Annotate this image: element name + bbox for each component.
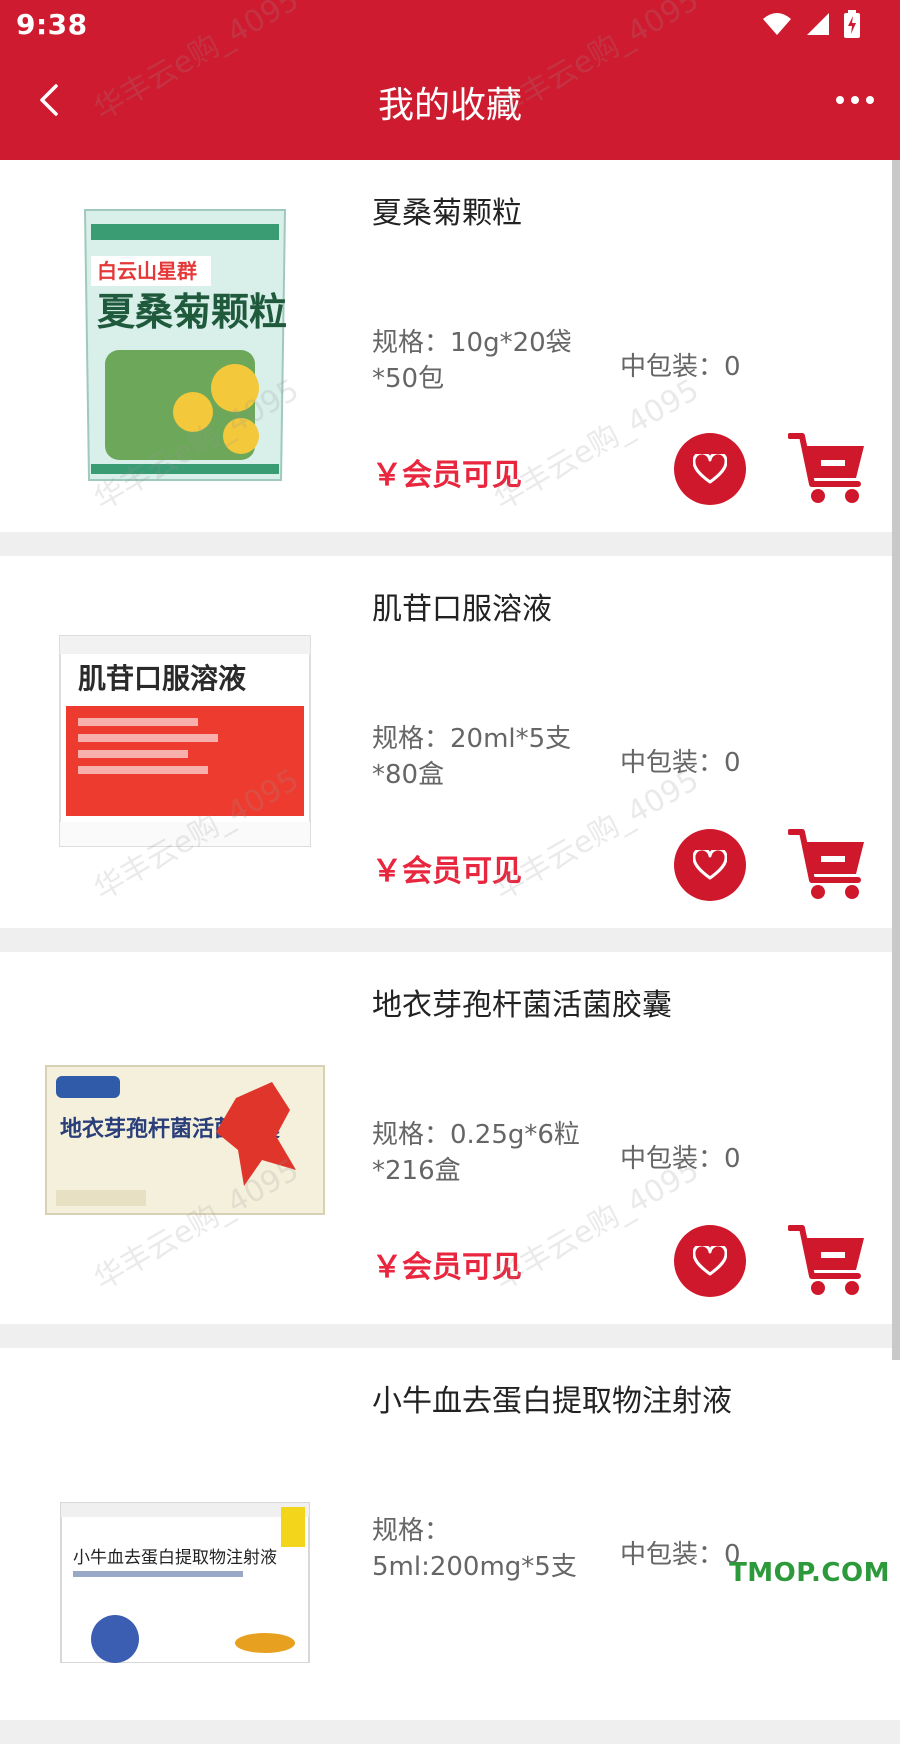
battery-icon xyxy=(844,10,860,38)
corner-watermark: TMOP.COM xyxy=(729,1558,890,1588)
heart-icon xyxy=(693,1246,727,1276)
svg-text:小牛血去蛋白提取物注射液: 小牛血去蛋白提取物注射液 xyxy=(73,1548,277,1568)
app-bar: 我的收藏 xyxy=(0,50,900,160)
product-name[interactable]: 小牛血去蛋白提取物注射液 xyxy=(372,1376,732,1420)
product-spec: 规格：0.25g*6粒*216盒 xyxy=(372,1120,580,1186)
product-name[interactable]: 夏桑菊颗粒 xyxy=(372,188,522,232)
more-icon xyxy=(836,96,874,104)
product-middle-pack: 中包装：0 xyxy=(620,1144,741,1174)
heart-icon xyxy=(693,454,727,484)
product-card[interactable]: 白云山星群 夏桑菊颗粒 夏桑菊颗粒 规格：10g*20袋*50包 中包装：0 ￥… xyxy=(0,160,900,532)
add-to-cart-button[interactable] xyxy=(787,1224,868,1298)
status-icons xyxy=(762,10,860,38)
product-image[interactable]: 小牛血去蛋白提取物注射液 xyxy=(30,1378,340,1688)
cart-icon xyxy=(787,829,864,899)
product-middle-pack: 中包装：0 xyxy=(620,352,741,382)
svg-text:白云山星群: 白云山星群 xyxy=(97,259,197,283)
product-spec: 规格：10g*20袋*50包 xyxy=(372,328,572,394)
product-name[interactable]: 地衣芽孢杆菌活菌胶囊 xyxy=(372,980,672,1024)
signal-icon xyxy=(807,13,829,35)
product-price: ￥会员可见 xyxy=(372,458,522,493)
product-image[interactable]: 肌苷口服溶液 xyxy=(30,586,340,896)
product-card[interactable]: 小牛血去蛋白提取物注射液 小牛血去蛋白提取物注射液 规格：5ml:200mg*5… xyxy=(0,1348,900,1720)
favorites-list: 白云山星群 夏桑菊颗粒 夏桑菊颗粒 规格：10g*20袋*50包 中包装：0 ￥… xyxy=(0,160,900,1744)
product-middle-pack: 中包装：0 xyxy=(620,1540,741,1570)
page-title: 我的收藏 xyxy=(377,85,522,126)
wifi-icon xyxy=(763,13,791,35)
product-package-diyi: 地衣芽孢杆菌活菌胶囊 xyxy=(45,1065,325,1215)
favorite-button[interactable] xyxy=(674,433,746,505)
product-name[interactable]: 肌苷口服溶液 xyxy=(372,584,552,628)
cart-icon xyxy=(787,433,864,503)
product-price: ￥会员可见 xyxy=(372,1250,522,1285)
status-time: 9:38 xyxy=(16,8,88,41)
heart-icon xyxy=(693,850,727,880)
product-price: ￥会员可见 xyxy=(372,854,522,889)
product-card[interactable]: 地衣芽孢杆菌活菌胶囊 地衣芽孢杆菌活菌胶囊 规格：0.25g*6粒*216盒 中… xyxy=(0,952,900,1324)
svg-text:夏桑菊颗粒: 夏桑菊颗粒 xyxy=(97,290,287,334)
product-package-xiaoniuxue: 小牛血去蛋白提取物注射液 xyxy=(60,1502,310,1663)
product-spec: 规格：20ml*5支*80盒 xyxy=(372,724,572,790)
add-to-cart-button[interactable] xyxy=(787,828,868,902)
product-card[interactable]: 肌苷口服溶液 肌苷口服溶液 规格：20ml*5支*80盒 中包装：0 ￥会员可见 xyxy=(0,556,900,928)
product-package-xiasangju: 白云山星群 夏桑菊颗粒 xyxy=(83,209,287,481)
product-image[interactable]: 白云山星群 夏桑菊颗粒 xyxy=(30,190,340,500)
cart-icon xyxy=(787,1225,864,1295)
product-image[interactable]: 地衣芽孢杆菌活菌胶囊 xyxy=(30,982,340,1292)
favorite-button[interactable] xyxy=(674,1225,746,1297)
svg-text:肌苷口服溶液: 肌苷口服溶液 xyxy=(78,662,246,695)
add-to-cart-button[interactable] xyxy=(787,432,868,506)
scrollbar[interactable] xyxy=(892,160,900,1360)
favorite-button[interactable] xyxy=(674,829,746,901)
product-spec: 规格：5ml:200mg*5支 xyxy=(372,1516,577,1582)
product-middle-pack: 中包装：0 xyxy=(620,748,741,778)
status-bar: 9:38 xyxy=(0,0,900,50)
more-button[interactable] xyxy=(830,75,880,125)
product-package-jigan: 肌苷口服溶液 xyxy=(59,635,311,847)
